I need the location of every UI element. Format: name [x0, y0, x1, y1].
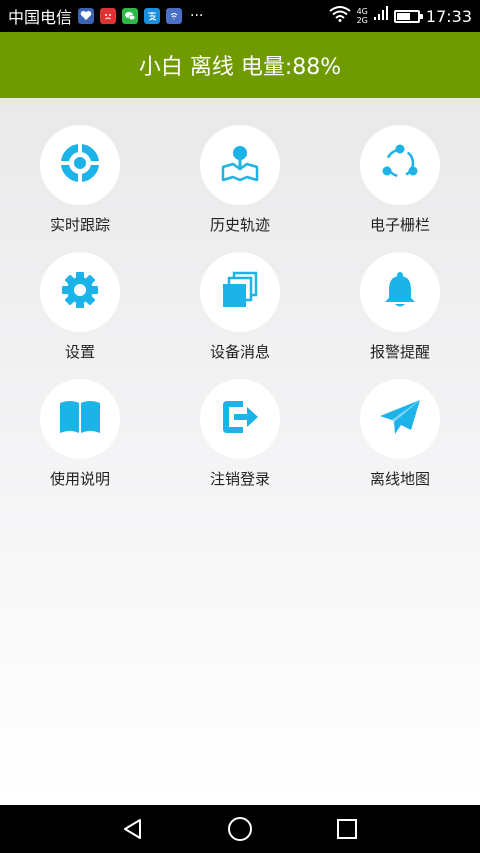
menu-item-label: 历史轨迹 [209, 216, 270, 234]
bell-icon [380, 270, 420, 314]
menu-item-icon-circle [200, 125, 280, 205]
menu-row: 设置 设备消息 报警提醒 [0, 252, 480, 379]
menu-item-alarm-reminder[interactable]: 报警提醒 [320, 252, 480, 379]
network-type-top: 4G [356, 7, 368, 16]
menu-row: 实时跟踪 历史轨迹 电子栅栏 [0, 125, 480, 252]
network-type-bottom: 2G [356, 16, 368, 25]
signal-icon [373, 5, 388, 27]
menu-item-label: 实时跟踪 [49, 216, 110, 234]
battery-icon [393, 9, 423, 23]
menu-item-label: 使用说明 [49, 470, 110, 488]
status-bar: 中国电信 ··· 4G 2G 17:33 [0, 0, 480, 32]
health-app-icon [78, 8, 95, 24]
stacked-messages-icon [220, 270, 260, 314]
open-book-icon [58, 397, 102, 441]
recents-icon[interactable] [327, 809, 367, 849]
clock: 17:33 [425, 6, 472, 26]
menu-item-icon-circle [40, 125, 120, 205]
menu-item-device-messages[interactable]: 设备消息 [160, 252, 320, 379]
menu-item-history-track[interactable]: 历史轨迹 [160, 125, 320, 252]
menu-item-label: 设置 [64, 343, 95, 361]
message-icon [166, 8, 183, 24]
menu-item-icon-circle [40, 252, 120, 332]
wechat-icon [122, 8, 139, 24]
map-pin-icon [220, 143, 260, 187]
carrier-name: 中国电信 [8, 8, 73, 27]
locate-target-icon [60, 143, 100, 187]
logout-icon [219, 397, 261, 441]
menu-item-offline-map[interactable]: 离线地图 [320, 379, 480, 506]
back-icon[interactable] [113, 809, 153, 849]
menu-grid: 实时跟踪 历史轨迹 电子栅栏 设置 设备消息 报警提醒 使用说明 注销登录 离线… [0, 125, 480, 506]
menu-item-icon-circle [40, 379, 120, 459]
main-content: 实时跟踪 历史轨迹 电子栅栏 设置 设备消息 报警提醒 使用说明 注销登录 离线… [0, 98, 480, 805]
menu-item-icon-circle [360, 252, 440, 332]
menu-item-icon-circle [360, 125, 440, 205]
menu-item-icon-circle [200, 252, 280, 332]
menu-item-label: 设备消息 [209, 343, 270, 361]
status-left: 中国电信 ··· [8, 4, 203, 28]
more-notifications-indicator: ··· [190, 8, 204, 24]
status-right: 4G 2G 17:33 [328, 5, 472, 27]
home-icon[interactable] [220, 809, 260, 849]
menu-item-label: 注销登录 [209, 470, 270, 488]
menu-item-label: 离线地图 [369, 470, 430, 488]
menu-item-label: 电子栅栏 [369, 216, 430, 234]
menu-item-icon-circle [200, 379, 280, 459]
system-nav-bar [0, 805, 480, 853]
battery-fill [396, 12, 411, 20]
share-nodes-icon [379, 142, 421, 188]
menu-item-user-guide[interactable]: 使用说明 [0, 379, 160, 506]
paper-plane-icon [378, 397, 422, 441]
menu-item-realtime-tracking[interactable]: 实时跟踪 [0, 125, 160, 252]
wifi-icon [328, 6, 351, 26]
menu-item-icon-circle [360, 379, 440, 459]
header-title: 小白 离线 电量:88% [138, 55, 342, 80]
menu-row: 使用说明 注销登录 离线地图 [0, 379, 480, 506]
app-header: 小白 离线 电量:88% [0, 32, 480, 98]
menu-item-label: 报警提醒 [369, 343, 430, 361]
menu-item-electronic-fence[interactable]: 电子栅栏 [320, 125, 480, 252]
menu-item-logout[interactable]: 注销登录 [160, 379, 320, 506]
gear-icon [60, 270, 100, 314]
menu-item-settings[interactable]: 设置 [0, 252, 160, 379]
angry-face-icon [100, 8, 117, 24]
network-type: 4G 2G [357, 7, 368, 25]
alipay-icon [144, 8, 161, 24]
